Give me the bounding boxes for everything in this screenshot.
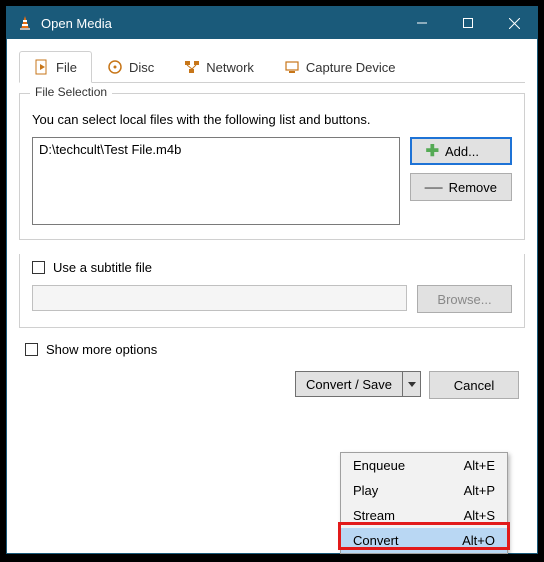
menu-item-convert[interactable]: Convert Alt+O <box>341 528 507 553</box>
browse-button: Browse... <box>417 285 512 313</box>
button-label: Browse... <box>437 292 491 307</box>
tab-disc[interactable]: Disc <box>92 51 169 82</box>
menu-item-accel: Alt+E <box>464 458 495 473</box>
network-icon <box>184 59 200 75</box>
window-title: Open Media <box>41 16 399 31</box>
dialog-buttons: Convert / Save Cancel <box>19 371 525 399</box>
menu-item-accel: Alt+P <box>464 483 495 498</box>
remove-button[interactable]: — Remove <box>410 173 512 201</box>
file-play-icon <box>34 59 50 75</box>
menu-item-accel: Alt+S <box>464 508 495 523</box>
convert-save-split-button[interactable]: Convert / Save <box>295 371 421 399</box>
tab-capture-device[interactable]: Capture Device <box>269 51 411 82</box>
add-button[interactable]: ✚ Add... <box>410 137 512 165</box>
menu-item-stream[interactable]: Stream Alt+S <box>341 503 507 528</box>
chevron-down-icon <box>408 382 416 387</box>
file-list-item[interactable]: D:\techcult\Test File.m4b <box>39 142 393 157</box>
minimize-button[interactable] <box>399 7 445 39</box>
vlc-cone-icon <box>17 15 33 31</box>
button-label: Add... <box>445 144 479 159</box>
tab-file[interactable]: File <box>19 51 92 83</box>
subtitle-path-input <box>32 285 407 311</box>
maximize-button[interactable] <box>445 7 491 39</box>
file-list[interactable]: D:\techcult\Test File.m4b <box>32 137 400 225</box>
cancel-button[interactable]: Cancel <box>429 371 519 399</box>
convert-save-dropdown[interactable] <box>403 371 421 397</box>
titlebar: Open Media <box>7 7 537 39</box>
tab-label: Network <box>206 60 254 75</box>
menu-item-play[interactable]: Play Alt+P <box>341 478 507 503</box>
menu-item-label: Convert <box>353 533 399 548</box>
subtitle-check-label: Use a subtitle file <box>53 260 152 275</box>
subtitle-checkbox[interactable] <box>32 261 45 274</box>
menu-item-enqueue[interactable]: Enqueue Alt+E <box>341 453 507 478</box>
convert-save-button[interactable]: Convert / Save <box>295 371 403 397</box>
menu-item-label: Stream <box>353 508 395 523</box>
file-selection-group: File Selection You can select local file… <box>19 93 525 240</box>
dialog-content: File Disc Network Capture Device File Se… <box>7 39 537 407</box>
menu-item-label: Enqueue <box>353 458 405 473</box>
menu-item-label: Play <box>353 483 378 498</box>
tab-label: Disc <box>129 60 154 75</box>
disc-icon <box>107 59 123 75</box>
plus-icon: ✚ <box>426 141 439 161</box>
subtitle-group: Use a subtitle file Browse... <box>19 254 525 328</box>
convert-save-menu: Enqueue Alt+E Play Alt+P Stream Alt+S Co… <box>340 452 508 554</box>
file-selection-hint: You can select local files with the foll… <box>32 112 512 127</box>
button-label: Convert / Save <box>306 377 392 392</box>
capture-icon <box>284 59 300 75</box>
close-button[interactable] <box>491 7 537 39</box>
show-more-checkbox[interactable] <box>25 343 38 356</box>
show-more-label: Show more options <box>46 342 157 357</box>
tab-label: File <box>56 60 77 75</box>
group-title: File Selection <box>30 85 112 99</box>
menu-item-accel: Alt+O <box>462 533 495 548</box>
source-tabs: File Disc Network Capture Device <box>19 51 525 83</box>
button-label: Cancel <box>454 378 494 393</box>
tab-label: Capture Device <box>306 60 396 75</box>
tab-network[interactable]: Network <box>169 51 269 82</box>
button-label: Remove <box>449 180 497 195</box>
